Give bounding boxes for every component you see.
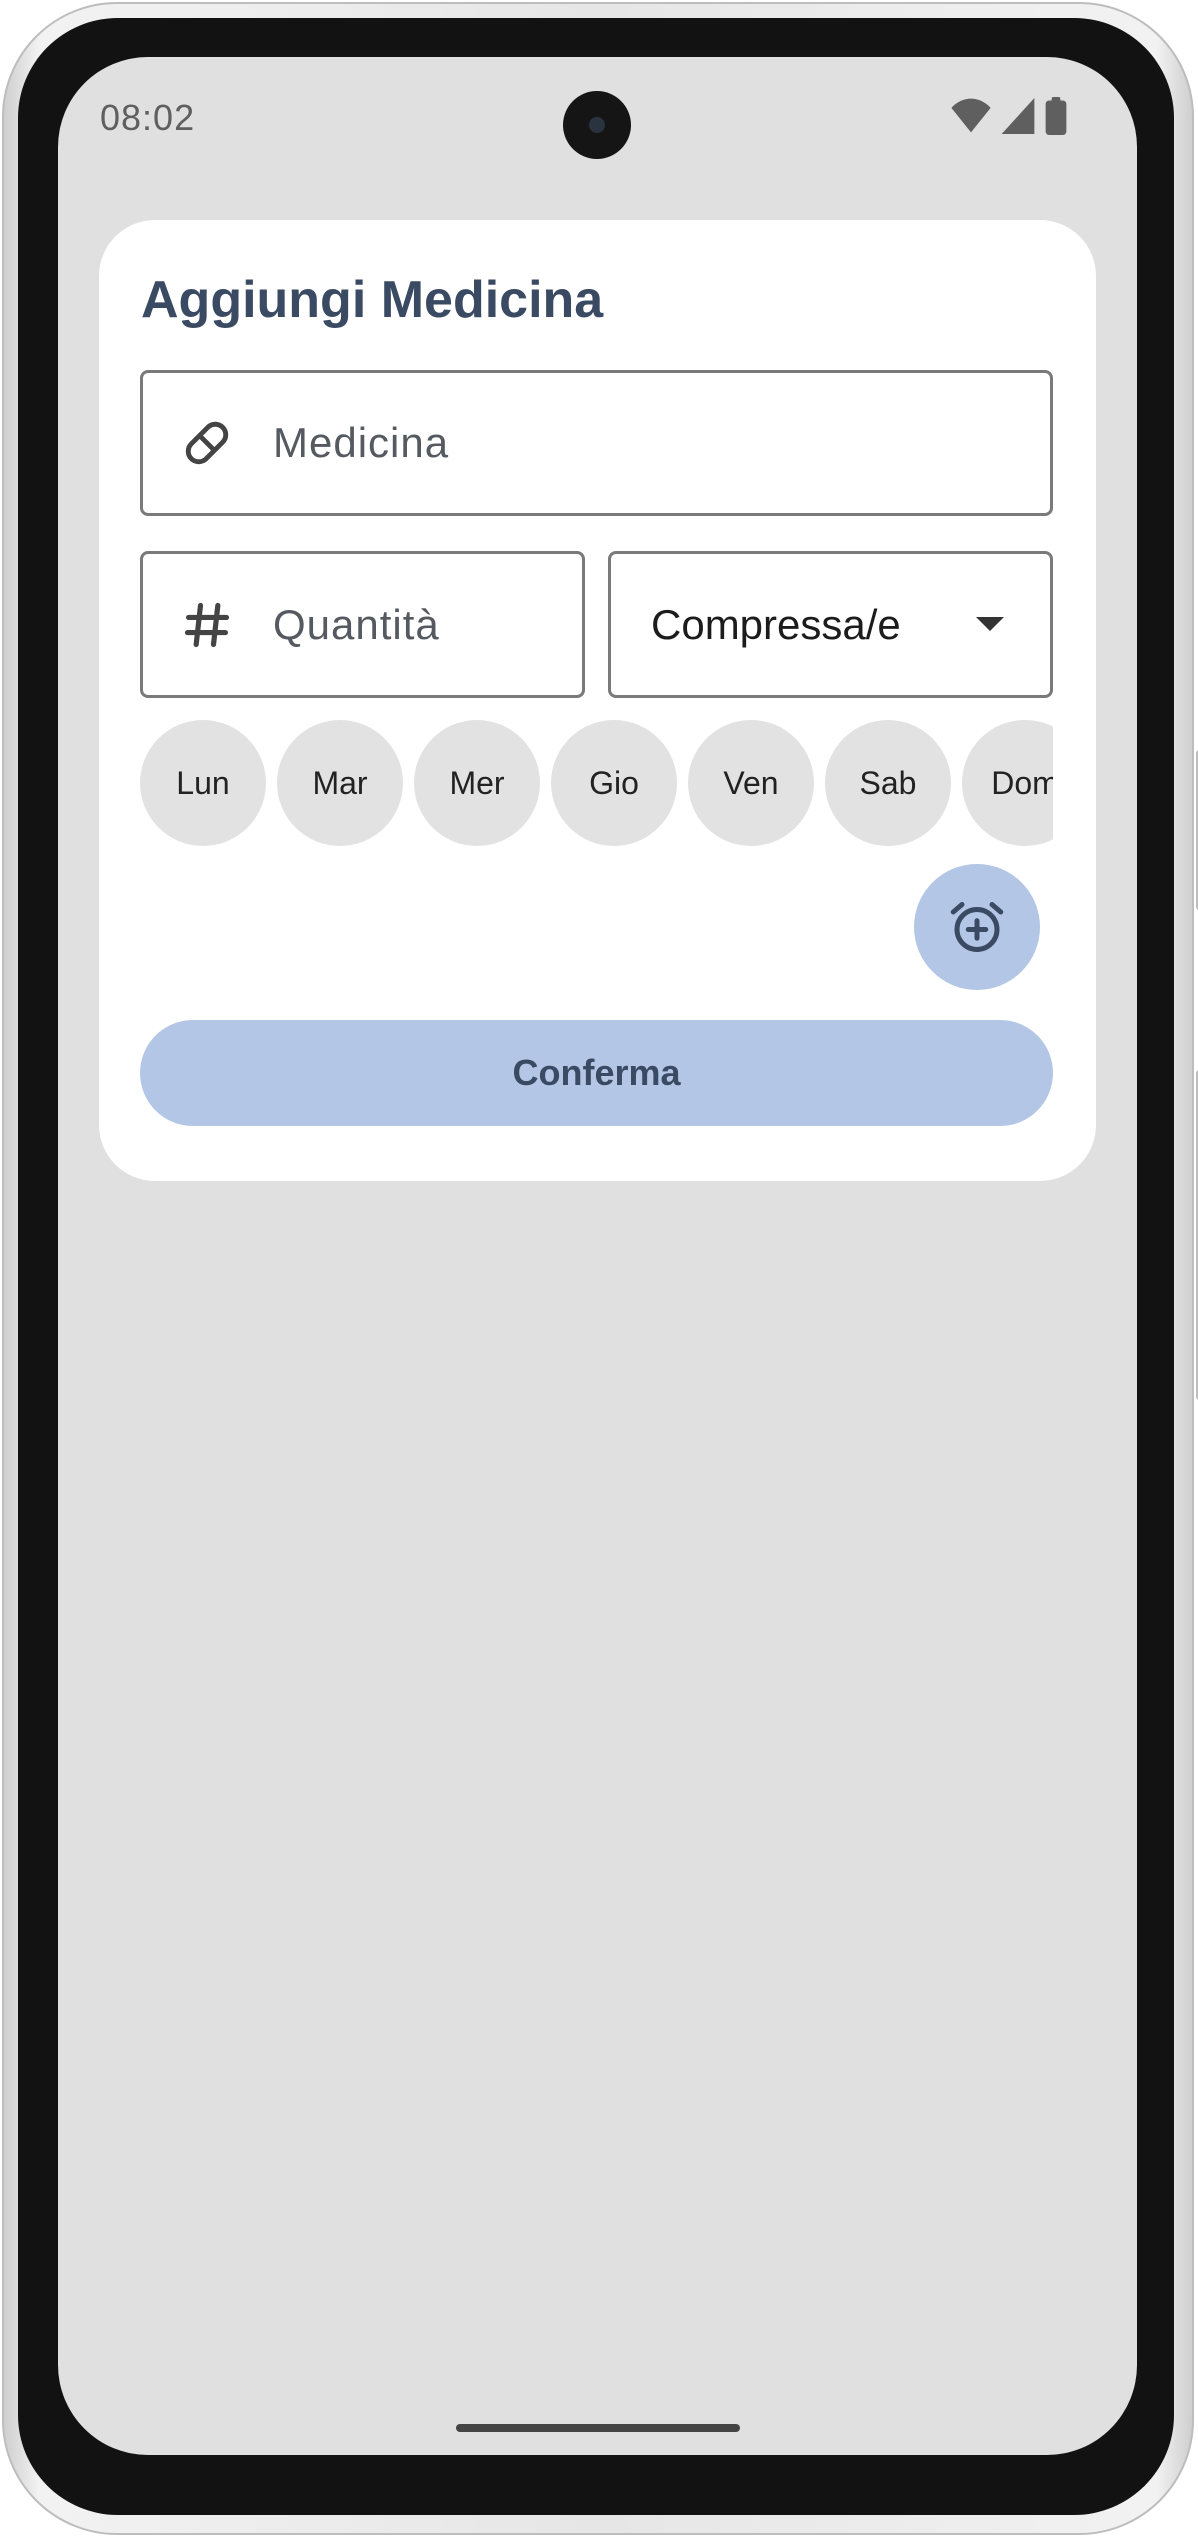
day-selector: Lun Mar Mer Gio Ven Sab Dom — [140, 720, 1053, 848]
dropdown-arrow-icon[interactable] — [976, 617, 1004, 631]
battery-icon — [1045, 97, 1067, 135]
day-chip-dom[interactable]: Dom — [962, 720, 1053, 846]
front-camera — [563, 91, 631, 159]
quantity-placeholder: Quantità — [273, 600, 440, 648]
unit-selected-value: Compressa/e — [651, 600, 901, 648]
home-indicator[interactable] — [456, 2424, 740, 2432]
day-chip-ven[interactable]: Ven — [688, 720, 814, 846]
phone-device: 08:02 Aggiungi Medicina Medicina Quantit… — [0, 0, 1198, 2539]
unit-select[interactable]: Compressa/e — [608, 551, 1053, 698]
alarm-add-icon — [950, 902, 1004, 952]
quantity-field[interactable]: Quantità — [140, 551, 585, 698]
pill-icon — [177, 413, 237, 473]
screen: 08:02 Aggiungi Medicina Medicina Quantit… — [58, 57, 1137, 2455]
day-chip-sab[interactable]: Sab — [825, 720, 951, 846]
dialog-title: Aggiungi Medicina — [141, 271, 604, 329]
add-medicine-dialog: Aggiungi Medicina Medicina Quantità Comp… — [99, 220, 1096, 1181]
day-chip-mer[interactable]: Mer — [414, 720, 540, 846]
add-alarm-button[interactable] — [914, 864, 1040, 990]
status-time: 08:02 — [100, 97, 196, 138]
day-chip-lun[interactable]: Lun — [140, 720, 266, 846]
medicine-field[interactable]: Medicina — [140, 370, 1053, 516]
confirm-button[interactable]: Conferma — [140, 1020, 1053, 1126]
status-icons — [951, 97, 1067, 135]
medicine-placeholder: Medicina — [273, 419, 450, 466]
hash-icon — [177, 595, 237, 655]
day-chip-gio[interactable]: Gio — [551, 720, 677, 846]
day-chip-mar[interactable]: Mar — [277, 720, 403, 846]
wifi-icon — [951, 98, 991, 133]
signal-icon — [1001, 98, 1035, 134]
